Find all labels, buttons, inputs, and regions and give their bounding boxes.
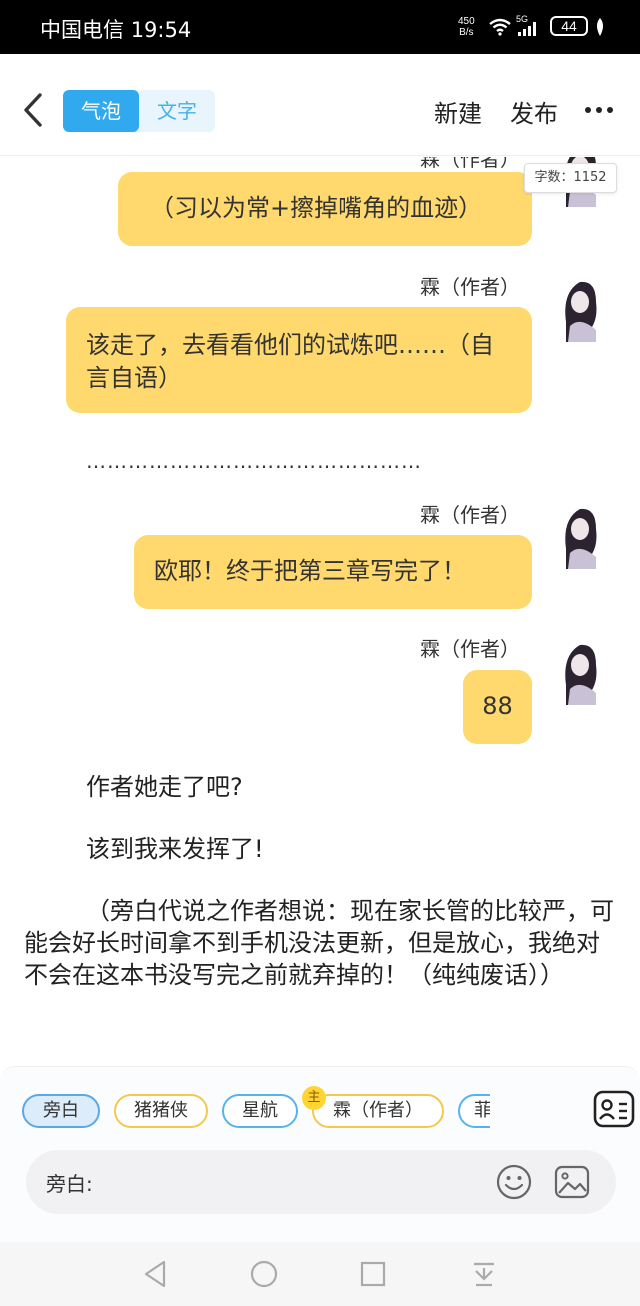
avatar[interactable]	[552, 499, 610, 569]
avatar[interactable]	[552, 635, 610, 705]
status-time: 19:54	[130, 18, 192, 42]
mode-toggle: 气泡 文字	[63, 90, 215, 132]
input-speaker-label: 旁白:	[46, 1172, 93, 1196]
network-speed-value: 450	[458, 16, 475, 27]
wifi-icon	[489, 18, 511, 36]
message-text: 88	[482, 692, 513, 720]
word-count-badge: 字数：1152	[524, 163, 617, 193]
message-author: 霖（作者）	[420, 275, 520, 299]
message-author: 霖（作者）	[420, 503, 520, 527]
author-avatar-image	[552, 635, 610, 705]
status-bar: 中国电信 19:54 450 B/s 5G 44	[0, 0, 640, 54]
separator-dots: …………………………………………	[86, 449, 422, 473]
network-speed-unit: B/s	[459, 27, 474, 38]
carrier-name: 中国电信	[40, 18, 124, 42]
character-chip-author[interactable]: 霖（作者）	[312, 1094, 444, 1128]
message-bubble[interactable]: 该走了，去看看他们的试炼吧……（自言自语）	[66, 307, 532, 413]
message-bubble[interactable]: 欧耶！终于把第三章写完了！	[134, 535, 532, 609]
author-avatar-image	[552, 272, 610, 342]
message-bubble[interactable]: （习以为常+擦掉嘴角的血迹）	[118, 172, 532, 246]
main-character-badge: 主	[302, 1086, 326, 1110]
contact-card-icon[interactable]	[592, 1089, 636, 1129]
new-button[interactable]: 新建	[434, 94, 482, 129]
avatar[interactable]	[552, 272, 610, 342]
narration-line[interactable]: 作者她走了吧?	[24, 771, 614, 803]
message-text: （习以为常+擦掉嘴角的血迹）	[150, 194, 483, 222]
tab-text-mode[interactable]: 文字	[139, 90, 215, 132]
message-author: 霖（作者）	[420, 637, 520, 661]
nav-recents-icon[interactable]	[357, 1258, 389, 1290]
message-text: 欧耶！终于把第三章写完了！	[154, 557, 466, 585]
smiley-icon[interactable]	[496, 1164, 532, 1200]
tab-bubble-mode[interactable]: 气泡	[63, 90, 139, 132]
publish-button[interactable]: 发布	[510, 94, 558, 129]
nav-home-icon[interactable]	[248, 1258, 280, 1290]
image-icon[interactable]	[554, 1164, 590, 1200]
system-nav-bar	[0, 1242, 640, 1306]
story-content: 霖（作者） （习以为常+擦掉嘴角的血迹） 霖（作者） 该走了，去看看他们的试炼吧…	[0, 157, 640, 1062]
message-text: 该走了，去看看他们的试炼吧……（自言自语）	[86, 331, 494, 392]
leaf-icon	[597, 18, 603, 36]
message-input-bar: 旁白:	[26, 1150, 616, 1214]
network-speed: 450 B/s	[458, 16, 475, 38]
editor-header: 气泡 文字 新建 发布	[0, 54, 640, 156]
author-avatar-image	[552, 499, 610, 569]
nav-back-icon[interactable]	[140, 1258, 172, 1290]
character-chip[interactable]: 星航	[222, 1094, 298, 1128]
status-carrier-time: 中国电信 19:54	[40, 14, 191, 44]
character-chip[interactable]: 菲	[458, 1094, 490, 1128]
character-selector: 旁白 猪猪侠 星航 霖（作者） 菲	[20, 1092, 490, 1132]
battery-indicator: 44	[550, 16, 588, 36]
message-input[interactable]	[106, 1160, 486, 1204]
character-chip-narrator[interactable]: 旁白	[22, 1094, 100, 1128]
narration-line[interactable]: 该到我来发挥了!	[24, 833, 614, 865]
more-dots-icon[interactable]	[584, 100, 614, 120]
character-chip[interactable]: 猪猪侠	[114, 1094, 208, 1128]
message-author: 霖（作者）	[420, 157, 520, 171]
nav-dropdown-icon[interactable]	[468, 1258, 500, 1290]
signal-icon	[518, 22, 536, 36]
back-icon[interactable]	[18, 92, 48, 128]
message-bubble[interactable]: 88	[463, 670, 532, 744]
narration-paragraph[interactable]: （旁白代说之作者想说：现在家长管的比较严，可能会好长时间拿不到手机没法更新，但是…	[24, 895, 614, 991]
